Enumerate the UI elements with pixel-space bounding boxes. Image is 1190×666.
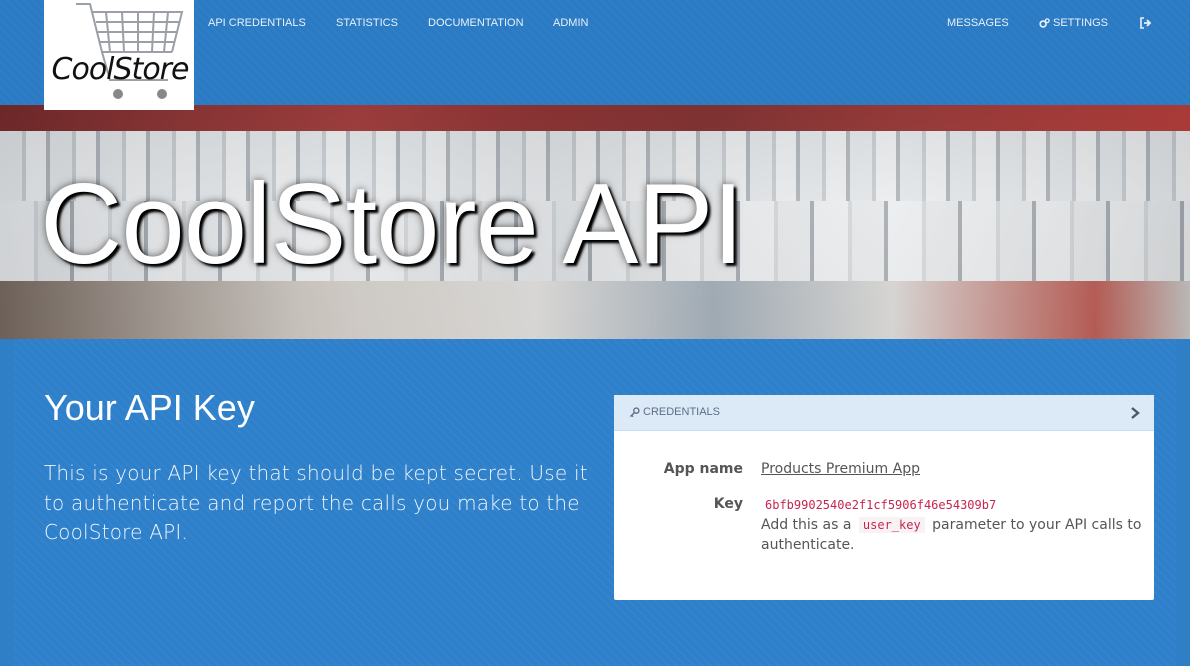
- hint-text-before: Add this as a: [761, 517, 852, 533]
- nav-statistics[interactable]: STATISTICS: [336, 17, 398, 29]
- nav-settings-label: SETTINGS: [1053, 17, 1109, 29]
- nav-api-credentials[interactable]: API CREDENTIALS: [208, 17, 306, 29]
- credentials-panel: CREDENTIALS App name Products Premium Ap…: [614, 395, 1154, 600]
- logout-button[interactable]: [1139, 17, 1153, 29]
- nav-settings[interactable]: SETTINGS: [1039, 17, 1108, 29]
- api-key-description: This is your API key that should be kept…: [44, 461, 588, 544]
- hero-background-band: [0, 281, 1190, 339]
- chevron-right-icon[interactable]: [1130, 407, 1140, 419]
- sign-out-icon: [1140, 17, 1152, 29]
- nav-messages[interactable]: MESSAGES: [947, 17, 1009, 29]
- app-name-link[interactable]: Products Premium App: [761, 461, 920, 477]
- key-icon: [629, 407, 640, 418]
- main-content: Your API Key This is your API key that s…: [14, 339, 1176, 666]
- page-title: Your API Key: [44, 387, 255, 428]
- app-name-value: Products Premium App: [761, 461, 920, 477]
- nav-admin[interactable]: ADMIN: [553, 17, 588, 29]
- hero-banner: CoolStore API: [0, 105, 1190, 339]
- logo-text: CoolStore: [51, 52, 190, 87]
- user-key-code: user_key: [858, 517, 925, 533]
- credentials-header-label: CREDENTIALS: [643, 406, 721, 418]
- hero-title: CoolStore API: [40, 161, 744, 288]
- gears-icon: [1039, 17, 1050, 28]
- nav-documentation[interactable]: DOCUMENTATION: [428, 17, 524, 29]
- coolstore-logo[interactable]: CoolStore: [44, 0, 194, 110]
- credentials-panel-header[interactable]: CREDENTIALS: [614, 395, 1154, 431]
- api-key-value[interactable]: 6bfb9902540e2f1cf5906f46e54309b7: [761, 498, 1000, 512]
- key-label: Key: [713, 496, 743, 512]
- app-name-label: App name: [663, 461, 743, 477]
- api-key-hint: Add this as a user_key parameter to your…: [761, 515, 1146, 555]
